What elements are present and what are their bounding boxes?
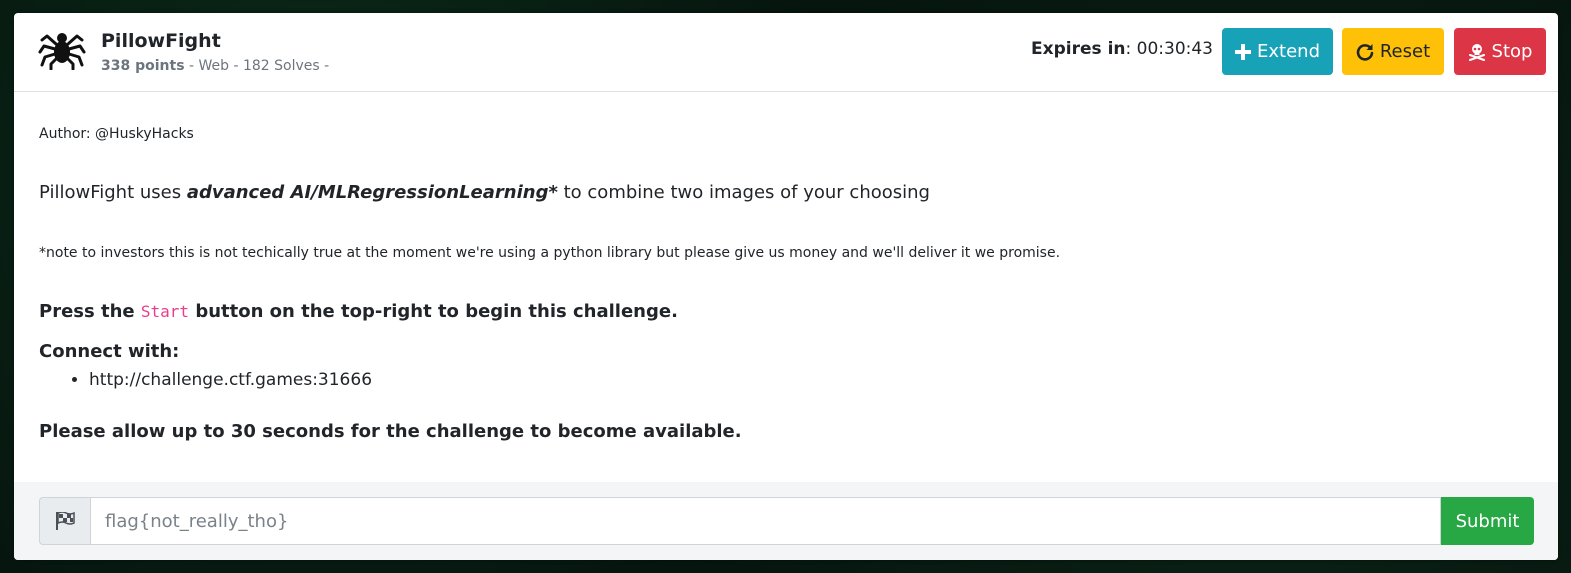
expiry-timer: Expires in: 00:30:43 — [1031, 39, 1213, 59]
spider-icon — [38, 33, 86, 70]
extend-button[interactable]: Extend — [1222, 28, 1333, 75]
intro-paragraph: PillowFight uses advanced AI/MLRegressio… — [39, 182, 930, 203]
intro-post: to combine two images of your choosing — [557, 182, 930, 203]
reset-button[interactable]: Reset — [1342, 28, 1444, 75]
availability-note: Please allow up to 30 seconds for the ch… — [39, 421, 742, 442]
press-post: button on the top-right to begin this ch… — [189, 301, 678, 322]
start-code: Start — [140, 302, 190, 321]
challenge-points: 338 points — [101, 58, 185, 74]
challenge-meta: 338 points - Web - 182 Solves - — [101, 58, 329, 74]
checkered-flag-icon — [56, 512, 75, 530]
expiry-value: : 00:30:43 — [1125, 39, 1213, 59]
challenge-title: PillowFight — [101, 30, 221, 52]
stop-label: Stop — [1491, 41, 1533, 62]
challenge-card: PillowFight 338 points - Web - 182 Solve… — [14, 13, 1558, 560]
submit-button[interactable]: Submit — [1441, 497, 1534, 545]
connect-label: Connect with: — [39, 341, 180, 362]
intro-emphasis: advanced AI/MLRegressionLearning* — [186, 182, 558, 203]
flag-input-group: Submit — [39, 497, 1534, 545]
extend-label: Extend — [1257, 41, 1320, 62]
reset-label: Reset — [1379, 41, 1431, 62]
connection-list: http://challenge.ctf.games:31666 — [39, 364, 372, 390]
flag-addon — [39, 497, 90, 545]
challenge-meta-details: - Web - 182 Solves - — [184, 58, 330, 74]
connection-url: http://challenge.ctf.games:31666 — [89, 370, 372, 390]
stop-button[interactable]: Stop — [1454, 28, 1546, 75]
expiry-label: Expires in — [1031, 39, 1126, 59]
flag-submission-area: Submit — [14, 482, 1558, 560]
skull-crossbones-icon — [1468, 43, 1485, 61]
author-line: Author: @HuskyHacks — [39, 126, 194, 142]
challenge-header: PillowFight 338 points - Web - 182 Solve… — [14, 13, 1558, 92]
intro-pre: PillowFight uses — [39, 182, 187, 203]
investor-note: *note to investors this is not techicall… — [39, 245, 1061, 261]
flag-input[interactable] — [90, 497, 1441, 545]
plus-icon — [1235, 43, 1251, 60]
redo-icon — [1356, 43, 1374, 61]
start-instructions: Press the Start button on the top-right … — [39, 301, 678, 322]
press-pre: Press the — [39, 301, 141, 322]
